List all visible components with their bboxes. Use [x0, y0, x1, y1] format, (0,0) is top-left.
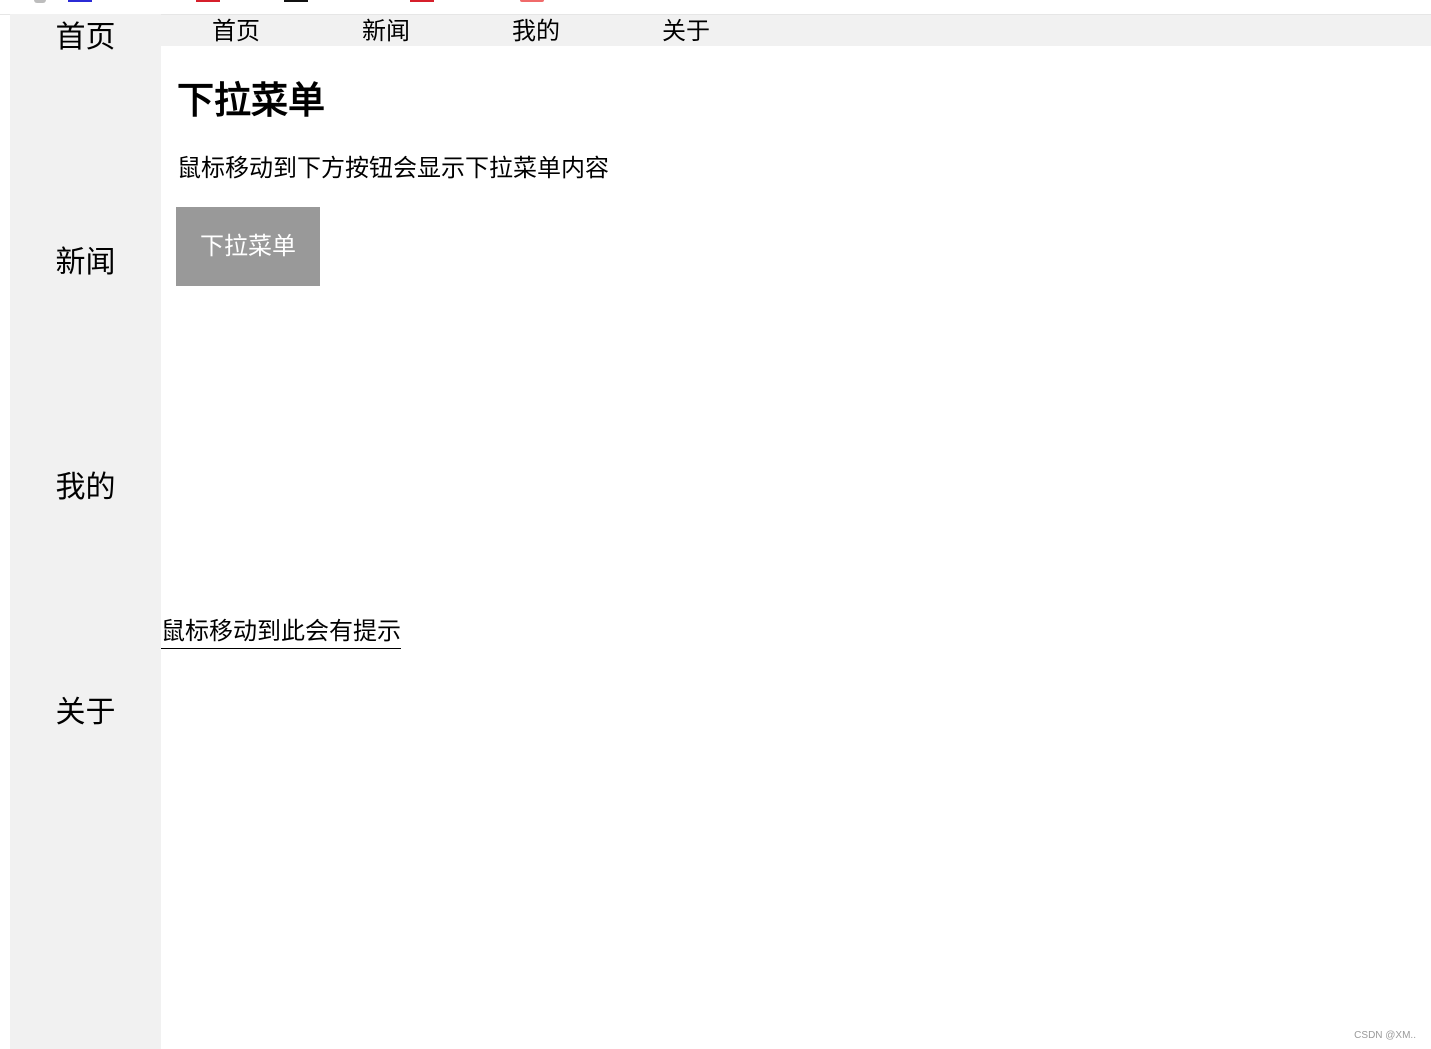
topnav-item-mine[interactable]: 我的: [461, 15, 611, 47]
top-nav: 首页 新闻 我的 关于: [161, 15, 1431, 46]
bookmark-favicon[interactable]: [68, 0, 92, 2]
bookmark-favicon[interactable]: [284, 0, 308, 2]
sidebar-item-mine[interactable]: 我的: [10, 468, 161, 508]
sidebar: 首页 新闻 我的 关于: [10, 14, 161, 1049]
topnav-item-news[interactable]: 新闻: [311, 15, 461, 47]
tooltip-trigger-text[interactable]: 鼠标移动到此会有提示: [161, 615, 401, 649]
page-title: 下拉菜单: [177, 79, 325, 122]
dropdown-button[interactable]: 下拉菜单: [176, 207, 320, 286]
topnav-item-about[interactable]: 关于: [611, 15, 761, 47]
sidebar-item-about[interactable]: 关于: [10, 693, 161, 733]
watermark: CSDN @XM..: [1354, 1030, 1416, 1041]
page-description: 鼠标移动到下方按钮会显示下拉菜单内容: [177, 154, 609, 182]
sidebar-item-news[interactable]: 新闻: [10, 243, 161, 283]
bookmark-favicon[interactable]: [410, 0, 434, 2]
bookmark-favicon[interactable]: [196, 0, 220, 2]
topnav-item-home[interactable]: 首页: [161, 15, 311, 47]
bookmark-favicon[interactable]: [34, 0, 46, 3]
sidebar-item-home[interactable]: 首页: [10, 18, 161, 58]
bookmark-favicon[interactable]: [520, 0, 544, 2]
browser-bookmark-strip: [0, 0, 1431, 15]
